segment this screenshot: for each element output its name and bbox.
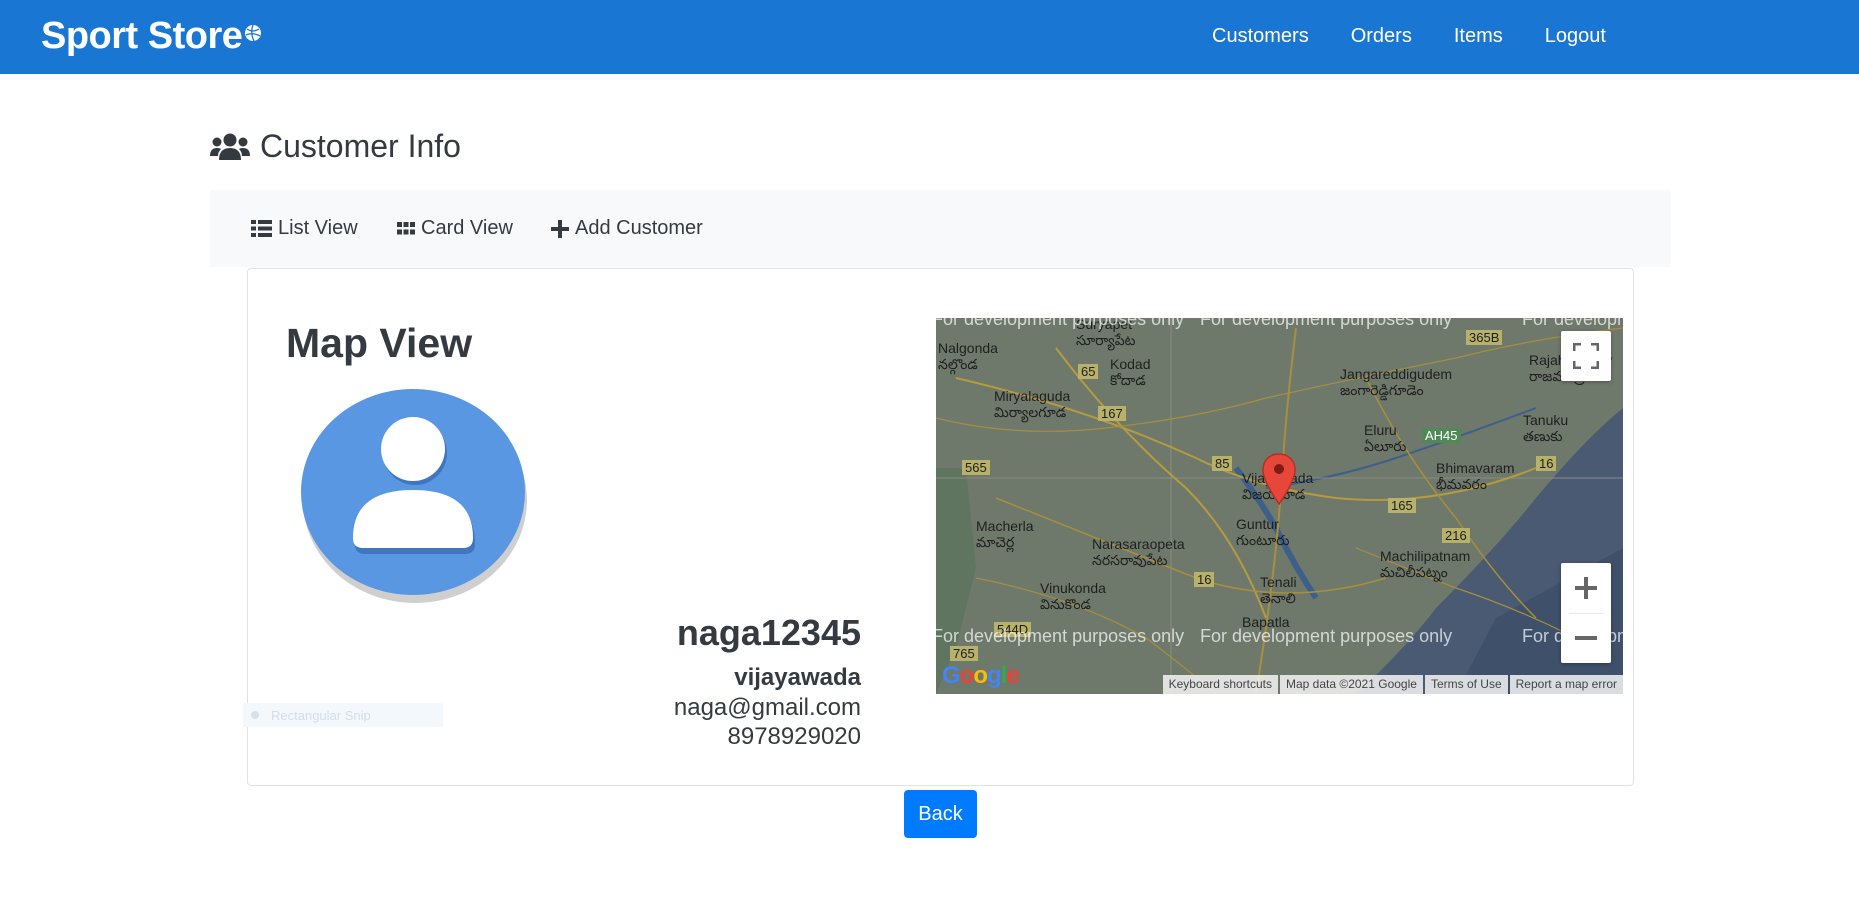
dev-watermark: For development purposes only (1200, 318, 1453, 329)
road-shield: 365B (1466, 330, 1503, 345)
ball-icon (245, 24, 262, 41)
minus-icon (1575, 636, 1597, 640)
map-label-vinukonda: Vinukonda వినుకొండ (1040, 580, 1106, 612)
list-icon (251, 220, 272, 237)
dev-watermark: For development purposes only (936, 318, 1185, 329)
zoom-in-button[interactable] (1561, 563, 1611, 613)
dev-watermark: For development purposes only (1522, 318, 1623, 329)
add-customer-label: Add Customer (575, 217, 703, 239)
page-title-text: Customer Info (260, 128, 461, 164)
google-map[interactable]: Suryapet సూర్యాపేట Nalgonda నల్గొండ Kodad క… (936, 318, 1623, 694)
map-label-nalgonda: Nalgonda నల్గొండ (938, 340, 998, 372)
map-label-guntur: Guntur గుంటూరు (1236, 516, 1290, 548)
nav-orders[interactable]: Orders (1351, 25, 1412, 48)
top-navbar: Sport Store Customers Orders Items Logou… (0, 0, 1859, 74)
google-logo: Google (942, 662, 1020, 689)
nav-items[interactable]: Items (1454, 25, 1503, 48)
road-shield: 65 (1078, 364, 1099, 379)
card-view-label: Card View (421, 217, 513, 239)
nav-links: Customers Orders Items Logout (1212, 25, 1606, 48)
view-toolbar: List View Card View Add Customer (210, 190, 1671, 267)
terms-of-use-link[interactable]: Terms of Use (1424, 675, 1508, 694)
snip-dot-icon (251, 711, 259, 719)
map-data-text: Map data ©2021 Google (1280, 675, 1423, 694)
zoom-controls (1561, 563, 1611, 663)
nav-logout[interactable]: Logout (1545, 25, 1606, 48)
list-view-link[interactable]: List View (251, 217, 358, 240)
map-label-kodad: Kodad కోదాడ (1110, 356, 1151, 388)
customer-phone: 8978929020 (727, 723, 861, 750)
customer-city: vijayawada (734, 664, 861, 691)
fullscreen-button[interactable] (1561, 331, 1611, 381)
map-label-macherla: Macherla మాచెర్ల (976, 518, 1034, 550)
brand-name: Sport Store (41, 15, 243, 57)
zoom-divider (1569, 613, 1603, 614)
map-label-machilipatnam: Machilipatnam మచిలీపట్నం (1380, 548, 1471, 580)
dev-watermark: For development purposes only (1200, 626, 1453, 646)
report-map-error-link[interactable]: Report a map error (1509, 675, 1623, 694)
dev-watermark: For development purposes only (936, 626, 1185, 646)
snip-overlay: Rectangular Snip (243, 703, 443, 727)
card-view-link[interactable]: Card View (397, 217, 513, 240)
map-view-heading: Map View (286, 320, 473, 366)
map-label-tanuku: Tanuku తణుకు (1523, 412, 1569, 444)
nav-customers[interactable]: Customers (1212, 25, 1309, 48)
brand-logo[interactable]: Sport Store (41, 15, 262, 58)
user-avatar-icon (301, 389, 527, 603)
back-button[interactable]: Back (904, 790, 977, 838)
road-shield: 165 (1388, 498, 1416, 513)
map-label-tenali: Tenali తెనాలి (1260, 574, 1297, 606)
map-label-narasaraopeta: Narasaraopeta నరసరావుపేట (1092, 536, 1185, 568)
grid-icon (397, 222, 415, 235)
road-shield: 216 (1442, 528, 1470, 543)
road-shield: 565 (962, 460, 990, 475)
road-shield: 167 (1098, 406, 1126, 421)
map-label-jangareddigudem: Jangareddigudem జంగారెడ్డిగూడెం (1340, 366, 1453, 398)
road-shield: AH45 (1422, 428, 1461, 443)
list-view-label: List View (278, 217, 358, 239)
add-customer-link[interactable]: Add Customer (551, 217, 703, 240)
plus-icon (551, 219, 569, 238)
road-shield: 16 (1194, 572, 1215, 587)
map-label-eluru: Eluru ఏలూరు (1364, 422, 1407, 454)
map-label-miryalaguda: Miryalaguda మిర్యాలగూడ (994, 388, 1071, 420)
customer-username: naga12345 (676, 612, 861, 653)
road-shield: 765 (950, 646, 978, 661)
map-attribution: Keyboard shortcuts Map data ©2021 Google… (1162, 675, 1623, 694)
road-shield: 85 (1212, 456, 1233, 471)
plus-icon (1575, 577, 1597, 599)
map-marker-icon[interactable] (1261, 452, 1297, 506)
road-shield: 16 (1536, 456, 1557, 471)
customer-email: naga@gmail.com (673, 694, 861, 721)
users-icon (210, 133, 250, 160)
map-label-bhimavaram: Bhimavaram భీమవరం (1436, 460, 1515, 492)
keyboard-shortcuts-link[interactable]: Keyboard shortcuts (1162, 675, 1278, 694)
snip-label: Rectangular Snip (271, 707, 371, 723)
zoom-out-button[interactable] (1561, 613, 1611, 663)
page-title: Customer Info (210, 128, 461, 165)
fullscreen-icon (1573, 343, 1599, 369)
